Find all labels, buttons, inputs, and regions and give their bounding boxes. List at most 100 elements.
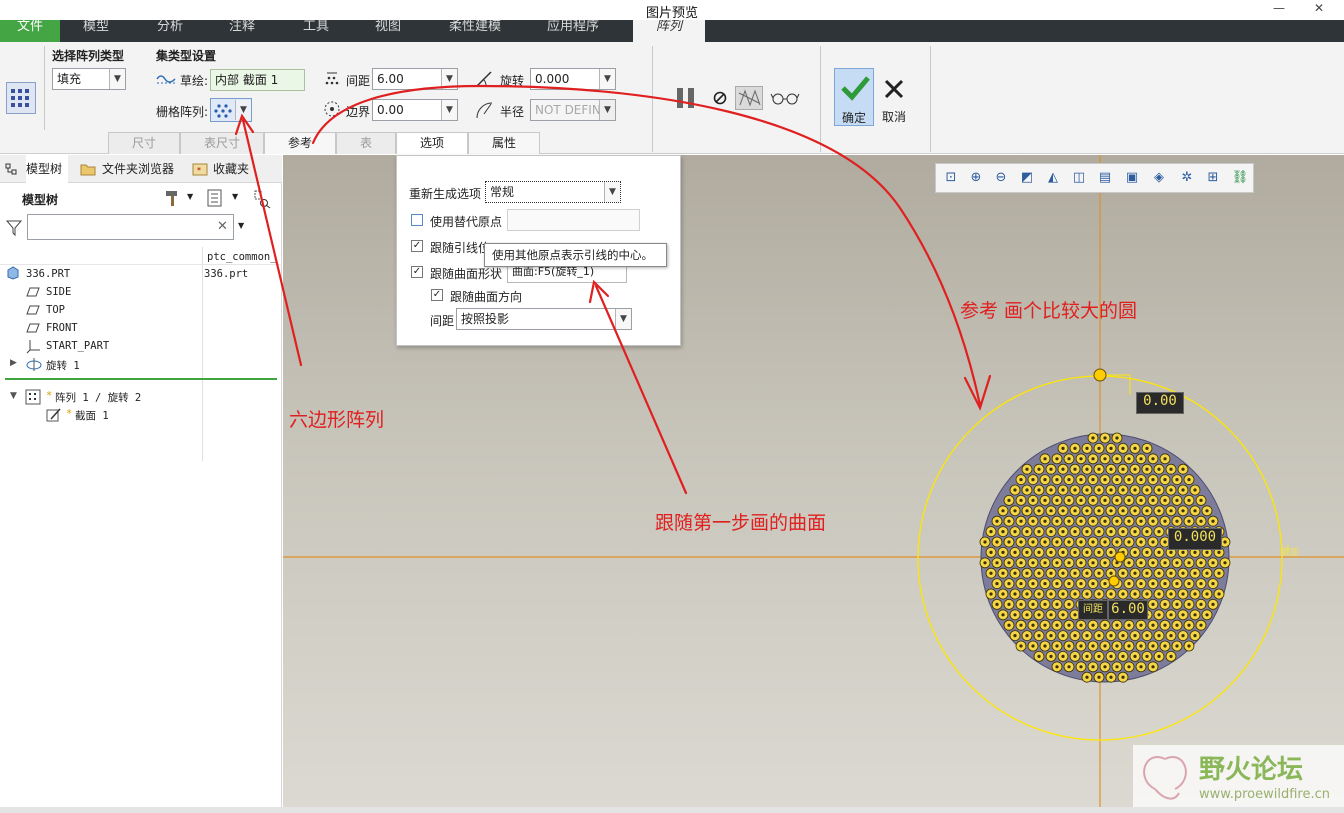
display-style-icon[interactable]: ◈ xyxy=(1150,169,1168,187)
repaint-icon[interactable]: ◩ xyxy=(1018,169,1036,187)
pattern-member-center xyxy=(1163,457,1167,461)
tab-table[interactable]: 表 xyxy=(336,132,396,154)
chevron-down-icon[interactable]: ▼ xyxy=(238,221,244,230)
divider xyxy=(820,46,821,152)
pattern-grid-icon[interactable] xyxy=(6,82,36,114)
preview-geometry-icon[interactable] xyxy=(735,86,763,110)
hammer-icon[interactable] xyxy=(163,189,183,207)
expand-icon[interactable]: ▶ xyxy=(10,358,17,368)
pattern-member-center xyxy=(1205,571,1209,575)
pattern-member-center xyxy=(989,550,993,554)
tab-properties[interactable]: 属性 xyxy=(468,132,540,154)
dim-spacing[interactable]: 6.00 xyxy=(1108,600,1148,620)
perspective-icon[interactable]: ▣ xyxy=(1123,169,1141,187)
collapse-icon[interactable]: ▼ xyxy=(10,391,17,401)
list-settings-icon[interactable] xyxy=(206,189,224,207)
tree-item-pattern[interactable]: 阵列 1 / 旋转 2 xyxy=(55,390,141,405)
column-settings-icon[interactable] xyxy=(252,189,272,209)
follow-surface-checkbox[interactable]: ✓ xyxy=(411,266,423,278)
pattern-member-center xyxy=(1205,613,1209,617)
datum-display-icon[interactable]: ✲ xyxy=(1178,169,1196,187)
chevron-down-icon[interactable]: ▼ xyxy=(187,192,193,201)
sketch-field[interactable]: 内部 截面 1 xyxy=(210,69,305,91)
pattern-member-center xyxy=(1181,550,1185,554)
pattern-member-center xyxy=(1127,644,1131,648)
pattern-member-center xyxy=(1013,634,1017,638)
pattern-member-center xyxy=(1019,561,1023,565)
spin-center-icon[interactable]: ⛓ xyxy=(1231,169,1249,187)
tree-item-section[interactable]: 截面 1 xyxy=(75,408,109,423)
zoom-out-icon[interactable]: ⊖ xyxy=(992,169,1010,187)
pattern-member-center xyxy=(1133,509,1137,513)
menu-flexible-modeling[interactable]: 柔性建模 xyxy=(432,20,518,42)
pattern-type-select[interactable]: 填充 ▼ xyxy=(52,68,126,90)
menu-tools[interactable]: 工具 xyxy=(286,20,346,42)
revolve-icon xyxy=(25,356,43,372)
glasses-icon[interactable] xyxy=(770,90,800,106)
pattern-member-center xyxy=(1097,509,1101,513)
tab-model-tree[interactable]: 模型树 xyxy=(26,155,69,183)
menu-view[interactable]: 视图 xyxy=(358,20,418,42)
pattern-member-center xyxy=(1067,457,1071,461)
pattern-member-center xyxy=(1037,634,1041,638)
saved-views-icon[interactable]: ◫ xyxy=(1070,169,1088,187)
spacing-input[interactable]: 6.00 ▼ xyxy=(372,68,458,90)
minimize-button[interactable]: — xyxy=(1262,0,1296,18)
tree-item-front[interactable]: FRONT xyxy=(46,322,78,334)
tab-table-dimensions[interactable]: 表尺寸 xyxy=(180,132,264,154)
chevron-down-icon[interactable]: ▼ xyxy=(232,192,238,201)
tree-item-part[interactable]: 336.PRT xyxy=(26,268,70,280)
pattern-member-center xyxy=(1037,509,1041,513)
menu-model[interactable]: 模型 xyxy=(66,20,126,42)
chevron-down-icon: ▼ xyxy=(235,100,251,120)
reorient-icon[interactable]: ◭ xyxy=(1044,169,1062,187)
menu-annotate[interactable]: 注释 xyxy=(212,20,272,42)
pattern-member-center xyxy=(1073,634,1077,638)
regen-select[interactable]: 常规 ▼ xyxy=(485,181,621,203)
view-manager-icon[interactable]: ▤ xyxy=(1096,169,1114,187)
no-preview-icon[interactable] xyxy=(712,90,728,106)
tree-item-top[interactable]: TOP xyxy=(46,304,65,316)
ok-button[interactable]: 确定 xyxy=(834,68,874,126)
dim-boundary[interactable]: 0.00 xyxy=(1136,392,1184,414)
tab-dimensions[interactable]: 尺寸 xyxy=(108,132,180,154)
menu-file[interactable]: 文件 xyxy=(0,20,60,42)
zoom-in-icon[interactable]: ⊕ xyxy=(967,169,985,187)
tab-options[interactable]: 选项 xyxy=(396,132,468,154)
pattern-member-center xyxy=(1175,561,1179,565)
pattern-member-center xyxy=(1007,498,1011,502)
menu-analysis[interactable]: 分析 xyxy=(140,20,200,42)
pause-icon[interactable] xyxy=(674,86,698,110)
clear-icon[interactable]: ✕ xyxy=(217,219,228,234)
grid-pattern-select[interactable]: ▼ xyxy=(210,98,252,122)
pattern-member-center xyxy=(1169,509,1173,513)
tab-folder-browser[interactable]: 文件夹浏览器 xyxy=(102,155,174,183)
follow-direction-checkbox[interactable]: ✓ xyxy=(431,289,443,301)
menu-pattern[interactable]: 阵列 xyxy=(633,20,705,42)
filter-icon[interactable] xyxy=(5,219,23,237)
close-button[interactable]: ✕ xyxy=(1302,0,1336,18)
pattern-member-center xyxy=(1097,446,1101,450)
rotation-input[interactable]: 0.000 ▼ xyxy=(530,68,616,90)
pattern-member-center xyxy=(1025,613,1029,617)
alt-origin-checkbox[interactable] xyxy=(411,214,423,226)
tab-references[interactable]: 参考 xyxy=(264,132,336,154)
follow-leader-checkbox[interactable]: ✓ xyxy=(411,240,423,252)
pattern-member-center xyxy=(1067,623,1071,627)
tab-favorites[interactable]: 收藏夹 xyxy=(213,155,249,183)
zoom-fit-icon[interactable]: ⊡ xyxy=(942,169,960,187)
options-spacing-label: 间距 xyxy=(430,314,455,328)
tree-item-side[interactable]: SIDE xyxy=(46,286,71,298)
alt-origin-field[interactable] xyxy=(507,209,640,231)
dim-rotation[interactable]: 0.000 xyxy=(1168,528,1222,550)
pattern-member-center xyxy=(1043,602,1047,606)
tree-search-input[interactable] xyxy=(27,214,234,240)
options-spacing-select[interactable]: 按照投影 ▼ xyxy=(456,308,632,330)
tree-item-revolve[interactable]: 旋转 1 xyxy=(46,358,80,373)
cancel-button[interactable]: 取消 xyxy=(878,68,910,126)
menu-applications[interactable]: 应用程序 xyxy=(530,20,616,42)
border-input[interactable]: 0.00 ▼ xyxy=(372,99,458,121)
radius-input[interactable]: NOT DEFIN ▼ xyxy=(530,99,616,121)
annotation-display-icon[interactable]: ⊞ xyxy=(1204,169,1222,187)
tree-item-start-part[interactable]: START_PART xyxy=(46,340,109,352)
